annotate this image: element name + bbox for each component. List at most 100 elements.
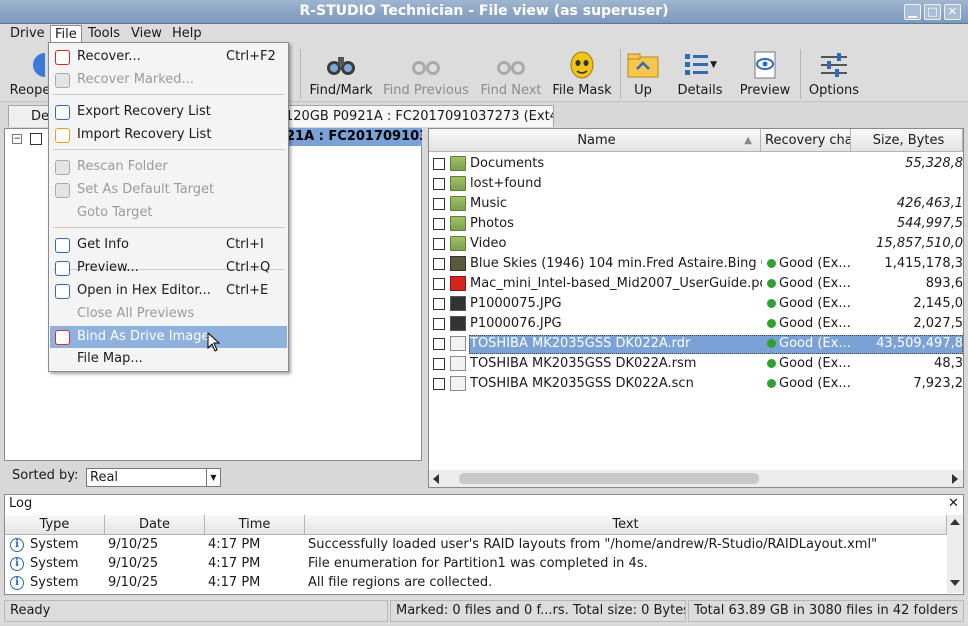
- details-button[interactable]: ▼ Details: [668, 49, 732, 101]
- log-title: Log: [9, 496, 33, 511]
- file-menu-item-preview[interactable]: Preview... Ctrl+Q: [50, 257, 287, 279]
- row-checkbox[interactable]: [433, 338, 445, 350]
- recovery-chance: Good (Ex...: [767, 316, 853, 331]
- log-type: System: [30, 537, 79, 552]
- scroll-up-icon[interactable]: [950, 519, 960, 525]
- folder-up-icon: [626, 49, 660, 81]
- file-menu-item-open-in-hex-editor[interactable]: Open in Hex Editor... Ctrl+E: [50, 280, 287, 302]
- tree-collapse-toggle[interactable]: −: [12, 134, 22, 144]
- file-row[interactable]: lost+found: [429, 174, 963, 194]
- row-checkbox[interactable]: [433, 278, 445, 290]
- file-menu-item-export-recovery-list[interactable]: Export Recovery List: [50, 101, 287, 123]
- preview-button[interactable]: Preview: [738, 49, 792, 101]
- scroll-right-icon[interactable]: [952, 474, 958, 484]
- file-row[interactable]: P1000076.JPG Good (Ex... 2,027,5: [429, 314, 963, 334]
- log-column-date[interactable]: Date: [105, 515, 205, 535]
- file-menu-item-set-as-default-target[interactable]: Set As Default Target: [50, 179, 287, 201]
- tree-selected-node[interactable]: 21A : FC201709103: [283, 128, 422, 146]
- menu-help[interactable]: Help: [168, 25, 206, 43]
- menu-tools[interactable]: Tools: [84, 25, 124, 43]
- file-menu-item-import-recovery-list[interactable]: Import Recovery List: [50, 124, 287, 146]
- log-panel: Log ✕ Type Date Time Text i System 9/10/25…: [4, 494, 964, 595]
- log-column-time[interactable]: Time: [205, 515, 305, 535]
- scroll-down-icon[interactable]: [950, 580, 960, 586]
- row-checkbox[interactable]: [433, 318, 445, 330]
- file-menu-item-bind-as-drive-image[interactable]: Bind As Drive Image: [50, 326, 287, 352]
- row-checkbox[interactable]: [433, 258, 445, 270]
- log-vscrollbar[interactable]: [947, 515, 963, 593]
- scroll-thumb[interactable]: [459, 473, 759, 484]
- file-row[interactable]: Mac_mini_Intel-based_Mid2007_UserGuide.p…: [429, 274, 963, 294]
- row-checkbox[interactable]: [433, 358, 445, 370]
- menu-drive[interactable]: Drive: [6, 25, 49, 43]
- file-row[interactable]: TOSHIBA MK2035GSS DK022A.rsm Good (Ex... 4…: [429, 354, 963, 374]
- file-row[interactable]: TOSHIBA MK2035GSS DK022A.scn Good (Ex... 7…: [429, 374, 963, 394]
- file-menu-item-recover[interactable]: Recover... Ctrl+F2: [50, 46, 287, 68]
- row-checkbox[interactable]: [433, 158, 445, 170]
- log-column-text[interactable]: Text: [305, 515, 947, 535]
- log-row[interactable]: i System 9/10/25 4:17 PM File enumeration fo…: [5, 555, 947, 574]
- find-next-button[interactable]: Find Next: [478, 49, 544, 101]
- file-size: 7,923,2: [913, 376, 963, 391]
- log-column-type[interactable]: Type: [5, 515, 105, 535]
- column-size[interactable]: Size, Bytes: [851, 129, 963, 152]
- import-list-icon: [55, 128, 70, 143]
- tree-root-checkbox[interactable]: [30, 133, 42, 145]
- hex-editor-icon: [55, 284, 70, 299]
- menu-item-label: Export Recovery List: [77, 104, 211, 119]
- file-row[interactable]: P1000075.JPG Good (Ex... 2,145,0: [429, 294, 963, 314]
- chevron-down-icon[interactable]: ▼: [710, 60, 717, 70]
- file-menu-item-rescan-folder[interactable]: Rescan Folder: [50, 156, 287, 178]
- tab-drives[interactable]: De: [8, 105, 52, 127]
- row-checkbox[interactable]: [433, 218, 445, 230]
- file-list-hscrollbar[interactable]: [429, 470, 963, 487]
- menu-item-label: Get Info: [77, 237, 129, 252]
- file-size: 544,997,5: [896, 216, 963, 231]
- up-button[interactable]: Up: [624, 49, 662, 101]
- file-menu-item-close-all-previews[interactable]: Close All Previews: [50, 303, 287, 325]
- row-checkbox[interactable]: [433, 298, 445, 310]
- reopen-button[interactable]: Reope: [8, 49, 52, 101]
- find-previous-button[interactable]: Find Previous: [382, 49, 470, 101]
- file-row[interactable]: Music 426,463,1: [429, 194, 963, 214]
- file-menu-item-get-info[interactable]: Get Info Ctrl+I: [50, 234, 287, 256]
- status-bar: Ready Marked: 0 files and 0 f...rs. Tota…: [0, 597, 968, 624]
- file-mask-button[interactable]: File Mask: [552, 49, 612, 101]
- scroll-left-icon[interactable]: [433, 474, 439, 484]
- reopen-icon: [13, 49, 47, 81]
- options-sliders-icon: [817, 49, 851, 81]
- preview-icon: [55, 261, 70, 276]
- tab-partition[interactable]: 120GB P0921A : FC2017091037273 (Ext4): [276, 105, 554, 127]
- file-size: 43,509,497,8: [876, 336, 963, 351]
- maximize-button[interactable]: □: [924, 4, 941, 20]
- row-checkbox[interactable]: [433, 378, 445, 390]
- column-name[interactable]: Name ▲: [429, 129, 761, 152]
- file-menu-item-recover-marked[interactable]: Recover Marked...: [50, 69, 287, 91]
- close-button[interactable]: ✕: [944, 4, 961, 20]
- file-row[interactable]: Blue Skies (1946) 104 min.Fred Astaire.B…: [429, 254, 963, 274]
- file-name: TOSHIBA MK2035GSS DK022A.rdr: [470, 336, 691, 351]
- log-row[interactable]: i System 9/10/25 4:17 PM All file regions ar…: [5, 574, 947, 593]
- file-row[interactable]: Photos 544,997,5: [429, 214, 963, 234]
- folder-icon: [450, 156, 466, 171]
- options-button[interactable]: Options: [806, 49, 862, 101]
- log-close-icon[interactable]: ✕: [948, 496, 959, 511]
- file-name: TOSHIBA MK2035GSS DK022A.rsm: [470, 356, 697, 371]
- find-mark-button[interactable]: Find/Mark: [308, 49, 374, 101]
- row-checkbox[interactable]: [433, 198, 445, 210]
- minimize-button[interactable]: ▁: [904, 4, 921, 20]
- menu-file[interactable]: File: [50, 25, 82, 43]
- file-menu-item-file-map[interactable]: File Map...: [50, 348, 287, 370]
- file-menu-item-goto-target[interactable]: Goto Target: [50, 202, 287, 224]
- file-row[interactable]: Video 15,857,510,0: [429, 234, 963, 254]
- log-row[interactable]: i System 9/10/25 4:17 PM Successfully loaded…: [5, 536, 947, 555]
- row-checkbox[interactable]: [433, 178, 445, 190]
- file-row[interactable]: Documents 55,328,8: [429, 154, 963, 174]
- file-row[interactable]: TOSHIBA MK2035GSS DK022A.rdr Good (Ex... 4…: [429, 334, 963, 354]
- sorted-by-select[interactable]: Real ▼: [86, 468, 221, 487]
- chevron-down-icon[interactable]: ▼: [206, 469, 220, 486]
- menu-view[interactable]: View: [127, 25, 166, 43]
- menu-item-label: Close All Previews: [77, 306, 195, 321]
- column-recovery[interactable]: Recovery char: [761, 129, 851, 152]
- row-checkbox[interactable]: [433, 238, 445, 250]
